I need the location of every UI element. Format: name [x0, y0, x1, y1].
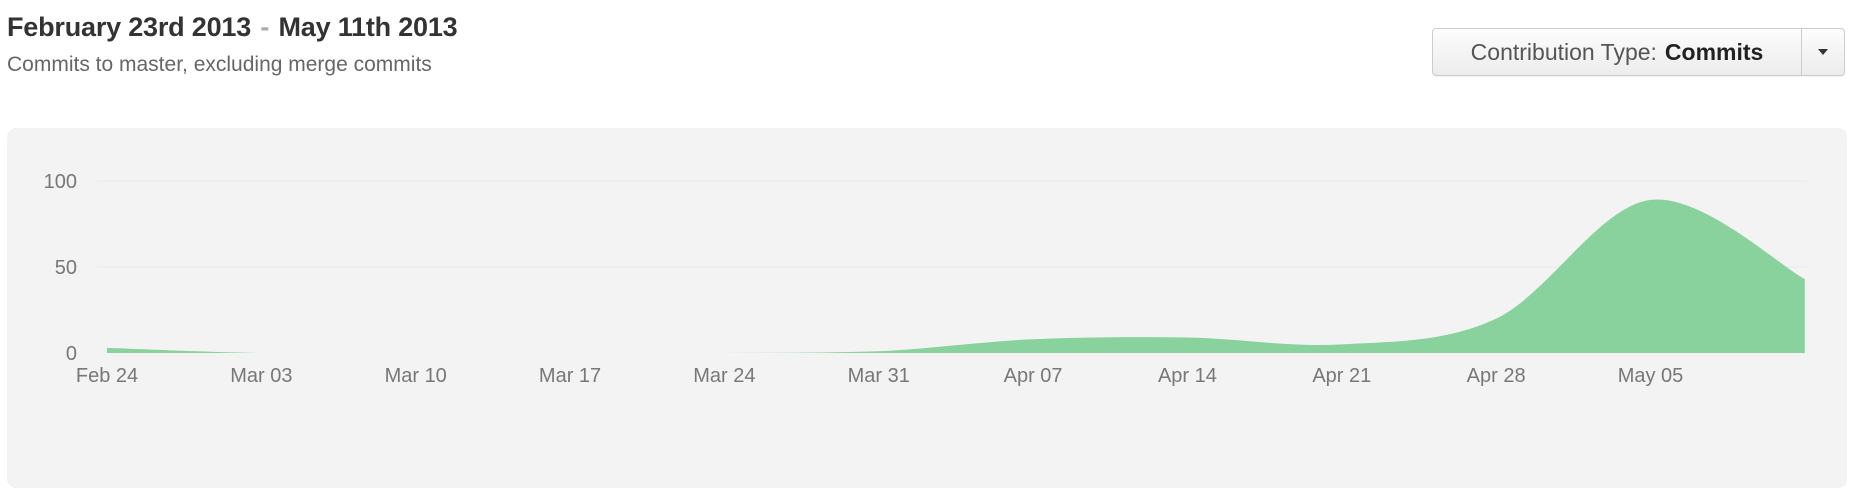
x-tick-label: May 05: [1618, 365, 1684, 387]
contribution-type-label: Contribution Type:: [1470, 38, 1657, 65]
x-tick-label: Mar 31: [848, 365, 910, 387]
end-date: May 11th 2013: [278, 12, 458, 42]
contribution-type-value: Commits: [1664, 38, 1764, 65]
chart-panel: 0 50 100 Feb 24 Mar 03 Mar 10 Mar 17 Mar 24 Mar…: [7, 128, 1847, 488]
start-date: February 23rd 2013: [7, 12, 252, 42]
contribution-type-toggle[interactable]: [1801, 29, 1844, 75]
chart-subtitle: Commits to master, excluding merge commi…: [7, 53, 432, 76]
commits-area-series: [107, 199, 1805, 353]
x-tick-label: Mar 17: [539, 365, 601, 387]
x-tick-label: Apr 28: [1467, 365, 1526, 387]
commits-area-chart: 0 50 100 Feb 24 Mar 03 Mar 10 Mar 17 Mar 24 Mar…: [44, 171, 1807, 387]
y-tick-label: 100: [44, 171, 77, 193]
y-tick-label: 50: [55, 257, 77, 279]
x-tick-label: Apr 21: [1312, 365, 1371, 387]
x-tick-label: Apr 07: [1004, 365, 1063, 387]
contribution-type-button[interactable]: Contribution Type: Commits: [1433, 29, 1801, 75]
y-tick-label: 0: [66, 343, 77, 365]
date-separator: -: [260, 12, 270, 42]
contribution-type-dropdown[interactable]: Contribution Type: Commits: [1432, 28, 1845, 76]
y-axis: 0 50 100: [44, 171, 77, 365]
grid-layer: [97, 180, 1807, 268]
x-tick-label: Feb 24: [76, 365, 138, 387]
chart-header: February 23rd 2013 - May 11th 2013 Commi…: [7, 12, 458, 77]
x-tick-label: Mar 10: [385, 365, 447, 387]
x-tick-label: Apr 14: [1158, 365, 1217, 387]
x-axis: Feb 24 Mar 03 Mar 10 Mar 17 Mar 24 Mar 31 Apr …: [76, 365, 1683, 387]
area-layer: [107, 199, 1805, 353]
date-range-title: February 23rd 2013 - May 11th 2013: [7, 12, 458, 43]
x-tick-label: Mar 03: [230, 365, 292, 387]
x-tick-label: Mar 24: [693, 365, 755, 387]
caret-down-icon: [1818, 49, 1828, 55]
